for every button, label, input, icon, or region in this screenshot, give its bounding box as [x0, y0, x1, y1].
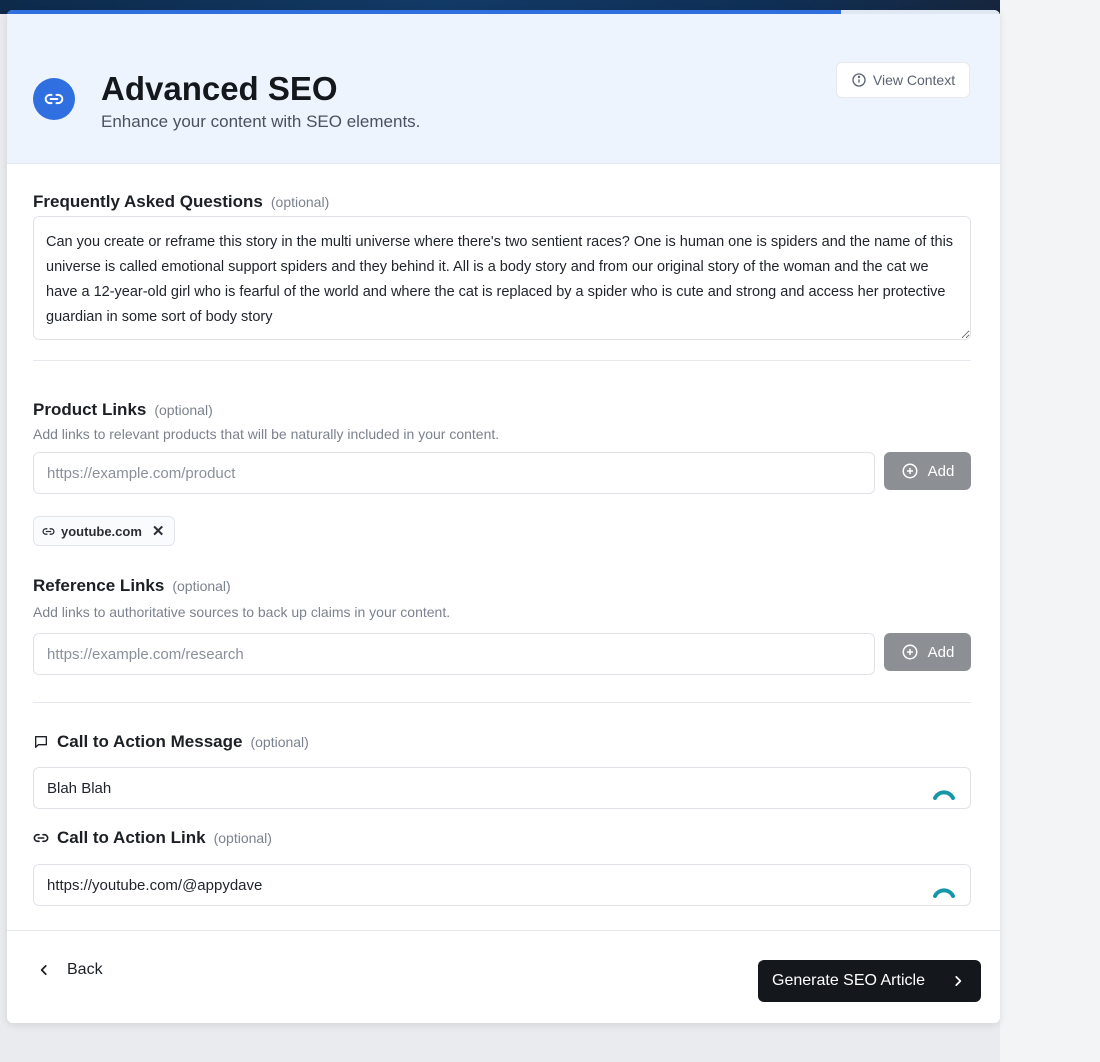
- generate-seo-article-button[interactable]: Generate SEO Article: [758, 960, 981, 1002]
- link-icon: [33, 78, 75, 120]
- chip-label: youtube.com: [61, 523, 142, 539]
- reference-links-description: Add links to authoritative sources to ba…: [33, 604, 451, 620]
- faq-title: Frequently Asked Questions: [33, 192, 263, 211]
- add-reference-link-button[interactable]: Add: [884, 633, 971, 671]
- product-link-input[interactable]: [33, 452, 875, 494]
- page-subtitle: Enhance your content with SEO elements.: [101, 112, 421, 131]
- cta-message-title: Call to Action Message: [57, 732, 243, 751]
- add-label: Add: [927, 643, 955, 661]
- view-context-label: View Context: [872, 72, 956, 88]
- view-context-button[interactable]: View Context: [836, 62, 970, 98]
- link-icon: [33, 833, 49, 843]
- card-header: Advanced SEO Enhance your content with S…: [7, 14, 1000, 164]
- page-title: Advanced SEO: [101, 70, 338, 107]
- reference-links-optional: (optional): [172, 578, 231, 594]
- reference-links-title: Reference Links: [33, 576, 165, 595]
- remove-chip-icon[interactable]: ✕: [152, 522, 165, 540]
- cta-link-label: Call to Action Link (optional): [33, 828, 272, 848]
- add-product-link-button[interactable]: Add: [884, 452, 971, 490]
- cta-link-input[interactable]: [33, 864, 971, 906]
- message-icon: [35, 736, 47, 748]
- generate-label: Generate SEO Article: [772, 972, 925, 989]
- info-icon: [852, 73, 866, 87]
- chevron-right-icon: [955, 976, 962, 986]
- reference-links-label: Reference Links (optional): [33, 576, 231, 596]
- divider: [33, 360, 971, 361]
- back-label: Back: [67, 961, 103, 978]
- faq-textarea[interactable]: Can you create or reframe this story in …: [33, 216, 971, 340]
- back-button[interactable]: Back: [37, 955, 103, 985]
- loading-spinner-icon: [933, 790, 955, 800]
- loading-spinner-icon: [933, 888, 955, 898]
- plus-circle-icon: [902, 463, 918, 479]
- chevron-left-icon: [40, 965, 47, 975]
- cta-message-label: Call to Action Message (optional): [33, 732, 309, 752]
- plus-circle-icon: [902, 644, 918, 660]
- cta-link-optional: (optional): [213, 830, 272, 846]
- product-link-chip: youtube.com ✕: [33, 516, 176, 546]
- reference-link-input[interactable]: [33, 633, 875, 675]
- product-links-optional: (optional): [154, 402, 213, 418]
- cta-link-title: Call to Action Link: [57, 828, 206, 847]
- cta-message-optional: (optional): [250, 734, 309, 750]
- divider: [33, 702, 971, 703]
- link-icon: [42, 527, 55, 535]
- add-label: Add: [927, 462, 955, 480]
- faq-optional: (optional): [270, 194, 330, 210]
- product-links-description: Add links to relevant products that will…: [33, 426, 500, 442]
- seo-card: Advanced SEO Enhance your content with S…: [7, 10, 1000, 1023]
- cta-message-input[interactable]: [33, 767, 971, 809]
- background-right: [1000, 0, 1100, 1062]
- faq-label: Frequently Asked Questions (optional): [33, 192, 329, 212]
- product-links-label: Product Links (optional): [33, 400, 213, 420]
- product-links-title: Product Links: [33, 400, 147, 419]
